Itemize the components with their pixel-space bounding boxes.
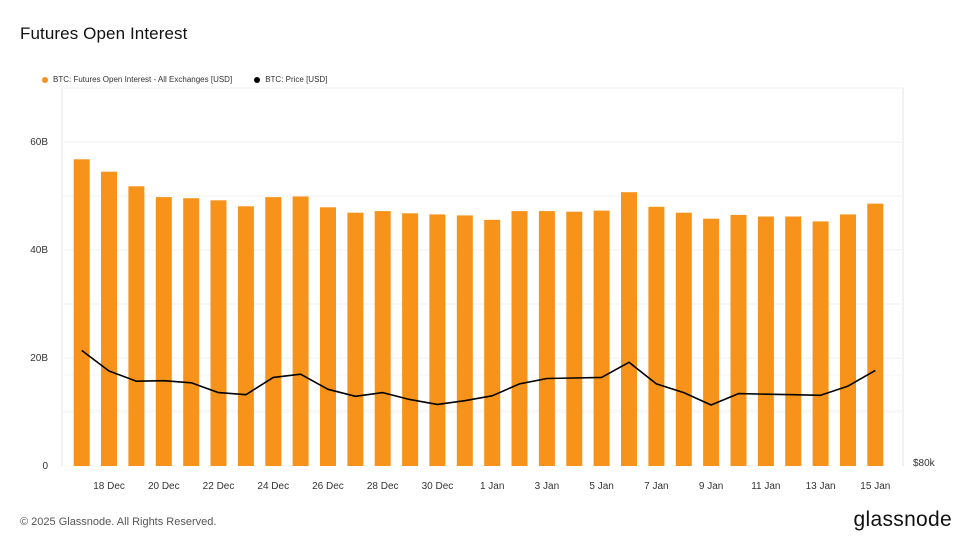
bar-25-dec[interactable]	[292, 196, 309, 467]
x-tick-label: 30 Dec	[422, 481, 454, 492]
chart-plot: 0 20B 40B 60B 18 Dec 20 Dec 22 Dec 24 Dec 26 De…	[30, 87, 936, 492]
bar-8-jan[interactable]	[675, 212, 692, 466]
right-axis-label: $80k	[913, 458, 936, 469]
bar-22-dec[interactable]	[210, 200, 227, 467]
x-tick-label: 3 Jan	[535, 481, 559, 492]
bar-29-dec[interactable]	[402, 213, 419, 466]
x-axis-ticks: 18 Dec 20 Dec 22 Dec 24 Dec 26 Dec 28 Dec 30 D…	[93, 481, 890, 492]
bar-15-jan[interactable]	[867, 203, 884, 466]
bar-series	[73, 159, 884, 467]
bar-13-jan[interactable]	[812, 221, 829, 466]
x-tick-label: 15 Jan	[860, 481, 890, 492]
bar-23-dec[interactable]	[237, 206, 254, 467]
bar-9-jan[interactable]	[703, 218, 720, 466]
bar-28-dec[interactable]	[374, 211, 391, 466]
x-tick-label: 28 Dec	[367, 481, 399, 492]
bar-7-jan[interactable]	[648, 206, 665, 467]
bar-20-dec[interactable]	[155, 197, 172, 466]
bar-27-dec[interactable]	[347, 212, 364, 466]
bar-17-dec[interactable]	[73, 159, 90, 467]
bar-3-jan[interactable]	[538, 211, 555, 466]
x-tick-label: 1 Jan	[480, 481, 504, 492]
y-tick-label: 20B	[30, 353, 48, 364]
x-tick-label: 26 Dec	[312, 481, 344, 492]
y-tick-label: 0	[42, 461, 48, 472]
bar-31-dec[interactable]	[456, 215, 473, 466]
x-tick-label: 20 Dec	[148, 481, 180, 492]
x-tick-label: 13 Jan	[806, 481, 836, 492]
price-line-series	[81, 349, 876, 406]
x-tick-label: 24 Dec	[257, 481, 289, 492]
x-tick-label: 9 Jan	[699, 481, 723, 492]
x-tick-label: 7 Jan	[644, 481, 668, 492]
x-tick-label: 18 Dec	[93, 481, 125, 492]
bar-5-jan[interactable]	[593, 210, 610, 466]
bar-10-jan[interactable]	[730, 214, 747, 466]
x-tick-label: 22 Dec	[203, 481, 235, 492]
bar-26-dec[interactable]	[320, 207, 336, 467]
x-tick-label: 5 Jan	[589, 481, 613, 492]
y-tick-label: 60B	[30, 137, 48, 148]
copyright-footer: © 2025 Glassnode. All Rights Reserved.	[20, 516, 217, 528]
y-axis-ticks: 0 20B 40B 60B	[30, 137, 48, 472]
bar-14-jan[interactable]	[840, 214, 856, 466]
glassnode-logo[interactable]: glassnode	[854, 508, 952, 532]
y-tick-label: 40B	[30, 245, 48, 256]
bar-30-dec[interactable]	[429, 214, 446, 466]
bar-4-jan[interactable]	[566, 211, 583, 466]
bar-2-jan[interactable]	[511, 211, 528, 466]
bar-19-dec[interactable]	[128, 186, 145, 467]
bar-6-jan[interactable]	[621, 192, 637, 466]
bar-12-jan[interactable]	[785, 216, 802, 467]
price-line[interactable]	[81, 349, 876, 406]
bar-18-dec[interactable]	[101, 171, 117, 466]
bar-24-dec[interactable]	[265, 197, 282, 466]
bar-11-jan[interactable]	[757, 216, 774, 467]
bar-21-dec[interactable]	[183, 198, 200, 466]
x-tick-label: 11 Jan	[751, 481, 780, 492]
bar-1-jan[interactable]	[484, 219, 501, 466]
